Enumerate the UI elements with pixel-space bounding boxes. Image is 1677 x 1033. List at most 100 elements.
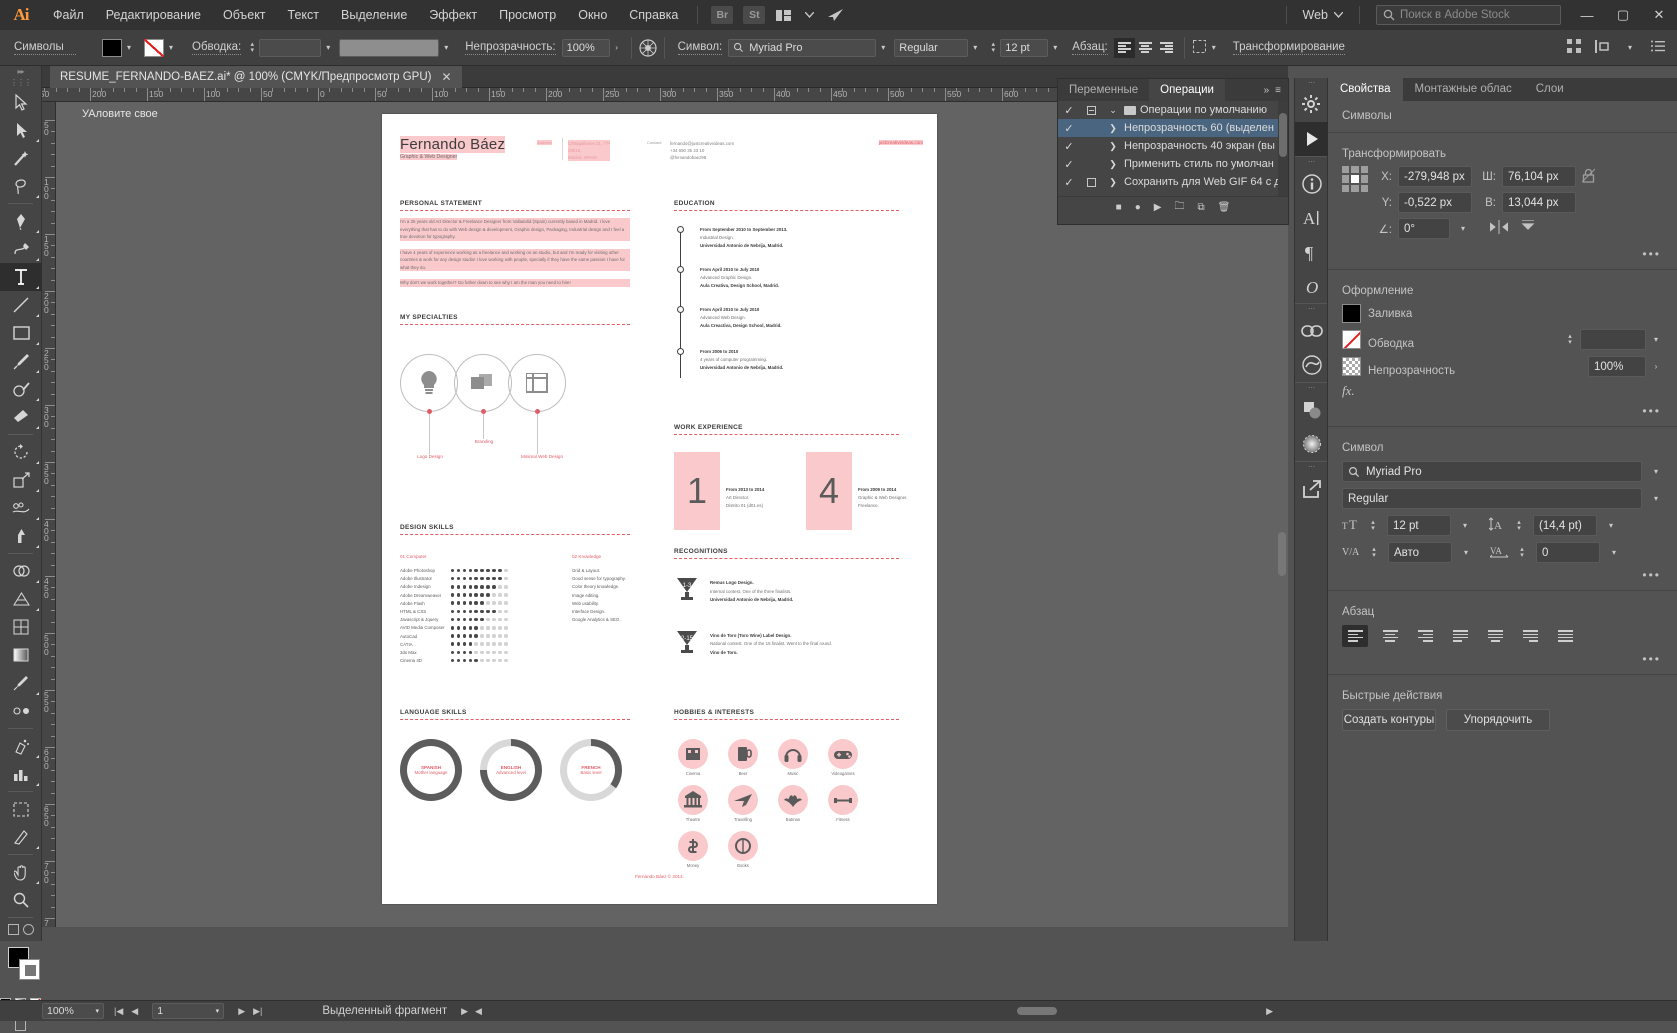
- align-right-button[interactable]: [1412, 625, 1438, 647]
- close-button[interactable]: ✕: [1641, 0, 1677, 30]
- document-tab[interactable]: RESUME_FERNANDO-BAEZ.ai* @ 100% (CMYK/Пр…: [50, 66, 462, 88]
- stock-button[interactable]: St: [743, 6, 766, 24]
- leading-stepper[interactable]: ▴ ▾: [1514, 519, 1524, 532]
- type-tool[interactable]: [0, 263, 42, 291]
- line-segment-tool[interactable]: [0, 291, 42, 319]
- artboard[interactable]: Fernando Báez Graphic & Web Designer Add…: [382, 114, 937, 904]
- toolbar-collapse-handle[interactable]: ▸▸: [0, 66, 41, 77]
- rail-grip[interactable]: ⋯: [1295, 304, 1327, 314]
- shaper-tool[interactable]: [0, 375, 42, 403]
- opacity-swatch[interactable]: [1342, 357, 1361, 376]
- lock-proportions-icon[interactable]: [1581, 168, 1596, 186]
- stroke-profile-field[interactable]: [339, 38, 440, 57]
- flip-vertical-icon[interactable]: [1520, 219, 1536, 237]
- opacity-field[interactable]: 100%: [1588, 356, 1646, 377]
- justify-last-right-button[interactable]: [1517, 625, 1543, 647]
- tracking-stepper[interactable]: ▴ ▾: [1517, 546, 1527, 559]
- rail-grip[interactable]: ⋯: [1295, 462, 1327, 472]
- width-field[interactable]: 76,104 px: [1502, 166, 1576, 187]
- info-icon[interactable]: [1295, 167, 1329, 201]
- menu-edit[interactable]: Редактирование: [95, 0, 212, 30]
- artboard-tool[interactable]: [0, 795, 42, 823]
- magic-wand-tool[interactable]: [0, 144, 42, 172]
- libraries-icon[interactable]: [1295, 348, 1329, 382]
- perspective-grid-tool[interactable]: [0, 585, 42, 613]
- export-icon[interactable]: [1295, 472, 1329, 506]
- character-icon[interactable]: A: [1295, 201, 1329, 235]
- align-panel-icon[interactable]: [1567, 39, 1581, 56]
- width-tool[interactable]: [0, 494, 42, 522]
- first-artboard-icon[interactable]: |◀: [114, 1006, 123, 1017]
- eyedropper-tool[interactable]: [0, 669, 42, 697]
- chevron-right-icon[interactable]: ❯: [1102, 141, 1124, 152]
- align-center-button[interactable]: [1135, 38, 1156, 58]
- stroke-color-box[interactable]: [19, 959, 40, 980]
- appearance-fx-row[interactable]: fx.: [1328, 380, 1677, 402]
- prev-artboard-icon[interactable]: ◀: [131, 1006, 138, 1017]
- canvas-area[interactable]: УАловите свое Fernando Báez Graphic & We…: [56, 102, 1288, 927]
- justify-last-left-button[interactable]: [1447, 625, 1473, 647]
- zoom-tool[interactable]: [0, 886, 42, 914]
- eraser-tool[interactable]: [0, 403, 42, 431]
- gradient-icon[interactable]: [1295, 427, 1329, 461]
- align-left-button[interactable]: [1113, 37, 1135, 58]
- font-family-caret-icon[interactable]: ▾: [876, 39, 890, 57]
- menu-file[interactable]: Файл: [42, 0, 95, 30]
- tab-variables[interactable]: Переменные: [1058, 79, 1149, 101]
- scale-tool[interactable]: [0, 466, 42, 494]
- x-field[interactable]: -279,948 px: [1398, 166, 1472, 187]
- opacity-field[interactable]: 100%: [561, 38, 610, 57]
- set-toggle-check-icon[interactable]: ✓: [1058, 104, 1080, 117]
- align-right-button[interactable]: [1156, 38, 1177, 58]
- selection-bounds-icon[interactable]: [1192, 39, 1207, 57]
- tracking-field[interactable]: 0: [1536, 542, 1600, 563]
- fill-caret-icon[interactable]: ▾: [122, 39, 136, 57]
- stroke-swatch[interactable]: [1342, 330, 1361, 349]
- tab-artboards[interactable]: Монтажные облас: [1403, 78, 1524, 101]
- panel-menu-icon[interactable]: ≡: [1275, 85, 1281, 96]
- angle-field[interactable]: 0°: [1398, 218, 1450, 239]
- paragraph-icon[interactable]: ¶: [1295, 235, 1329, 269]
- font-size-caret-icon[interactable]: ▾: [1458, 517, 1472, 535]
- font-style-caret-icon[interactable]: ▾: [968, 39, 982, 57]
- tab-layers[interactable]: Слои: [1524, 78, 1576, 101]
- action-check-icon[interactable]: ✓: [1058, 122, 1080, 135]
- chevron-right-icon[interactable]: ❯: [1102, 159, 1124, 170]
- rail-grip[interactable]: ⋯: [1295, 383, 1327, 393]
- delete-icon[interactable]: 🗑: [1218, 202, 1231, 213]
- actions-set-row[interactable]: ✓ ⌄ Операции по умолчанию: [1058, 101, 1288, 119]
- action-row[interactable]: ✓ ❯ Непрозрачность 40 экран (вы: [1058, 137, 1288, 155]
- scroll-right-icon[interactable]: ▶: [1266, 1006, 1273, 1017]
- selection-tool[interactable]: [0, 88, 42, 116]
- panel-menu-icon[interactable]: [1651, 40, 1665, 55]
- opacity-caret-icon[interactable]: ›: [610, 39, 624, 57]
- lasso-tool[interactable]: [0, 172, 42, 200]
- menu-effect[interactable]: Эффект: [418, 0, 488, 30]
- action-check-icon[interactable]: ✓: [1058, 176, 1080, 189]
- justify-all-button[interactable]: [1552, 625, 1578, 647]
- arrange-documents-icon[interactable]: [770, 2, 796, 28]
- action-row[interactable]: ✓ ❯ Непрозрачность 60 (выделен: [1058, 119, 1288, 137]
- font-style-field[interactable]: Regular: [1342, 488, 1642, 509]
- action-row[interactable]: ✓ ❯ Сохранить для Web GIF 64 с д: [1058, 173, 1288, 191]
- font-family-row[interactable]: Myriad Pro ▾: [1328, 458, 1677, 485]
- font-family-field[interactable]: Myriad Pro: [728, 38, 877, 57]
- chevron-right-icon[interactable]: ❯: [1102, 123, 1124, 134]
- menu-help[interactable]: Справка: [618, 0, 689, 30]
- font-size-field[interactable]: 12 pt: [1387, 515, 1451, 536]
- menu-select[interactable]: Выделение: [330, 0, 418, 30]
- menu-object[interactable]: Объект: [212, 0, 277, 30]
- tab-actions[interactable]: Операции: [1149, 79, 1225, 101]
- justify-last-center-button[interactable]: [1482, 625, 1508, 647]
- stroke-caret-icon[interactable]: ▾: [164, 39, 178, 57]
- font-size-caret-icon[interactable]: ▾: [1048, 39, 1062, 57]
- stroke-profile-caret-icon[interactable]: ▾: [439, 39, 453, 57]
- rotate-tool[interactable]: [0, 438, 42, 466]
- play-icon[interactable]: ▶: [1154, 202, 1162, 213]
- distribute-icon[interactable]: [1595, 39, 1609, 56]
- paper-plane-icon[interactable]: [822, 2, 848, 28]
- appearance-opacity-row[interactable]: Непрозрачность 100% ›: [1328, 353, 1677, 380]
- stroke-weight-field[interactable]: [259, 38, 322, 57]
- font-family-field[interactable]: Myriad Pro: [1342, 461, 1642, 482]
- rectangle-tool[interactable]: [0, 319, 42, 347]
